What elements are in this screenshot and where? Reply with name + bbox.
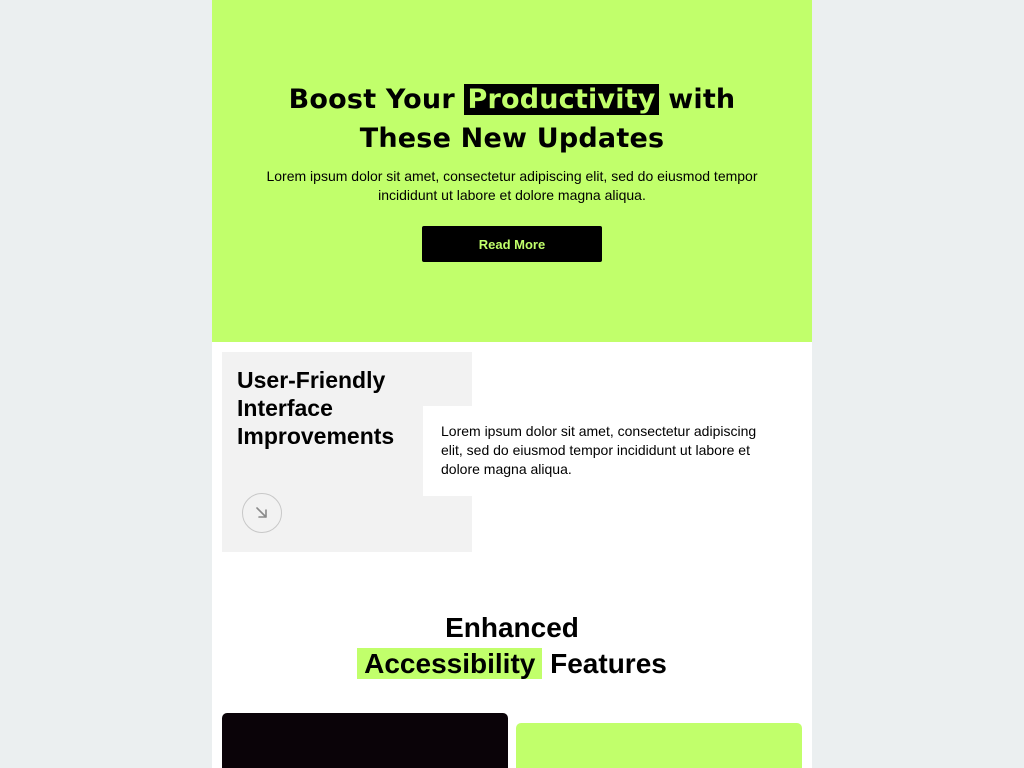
hero-title: Boost Your Productivity with These New U… xyxy=(262,80,762,158)
newsletter-page: Boost Your Productivity with These New U… xyxy=(212,0,812,768)
feature-title: User-Friendly Interface Improvements xyxy=(237,367,395,449)
accessibility-card-green xyxy=(516,723,802,768)
accessibility-title: Enhanced Accessibility Features xyxy=(262,610,762,682)
feature-description-box: Lorem ipsum dolor sit amet, consectetur … xyxy=(423,406,783,496)
accessibility-title-start: Enhanced xyxy=(445,612,579,643)
hero-title-start: Boost Your xyxy=(288,84,455,115)
read-more-button[interactable]: Read More xyxy=(422,226,602,262)
feature-arrow-button[interactable] xyxy=(242,493,282,533)
feature-description: Lorem ipsum dolor sit amet, consectetur … xyxy=(441,423,757,477)
hero-description: Lorem ipsum dolor sit amet, consectetur … xyxy=(266,168,758,203)
accessibility-card-dark xyxy=(222,713,508,768)
hero-title-highlight: Productivity xyxy=(464,84,659,115)
accessibility-title-end: Features xyxy=(550,648,667,679)
accessibility-title-highlight: Accessibility xyxy=(357,648,543,679)
arrow-down-right-icon xyxy=(256,507,267,518)
hero-section: Boost Your Productivity with These New U… xyxy=(212,0,812,342)
